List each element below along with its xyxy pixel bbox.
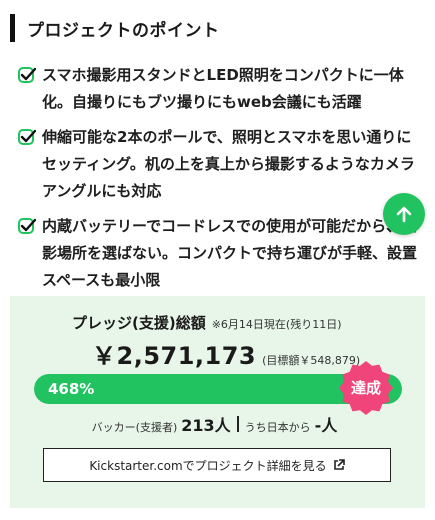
detail-button-label: Kickstarter.comでプロジェクト詳細を見る xyxy=(89,458,327,473)
scroll-to-top-button[interactable] xyxy=(383,193,425,235)
japan-backers-label: うち日本から xyxy=(244,421,311,434)
backers-label: バッカー(支援者) xyxy=(91,421,178,434)
pledge-panel: プレッジ(支援)総額 ※6月14日現在(残り11日) ￥2,571,173 (目… xyxy=(10,296,425,508)
progress-percent: 468% xyxy=(48,380,95,398)
project-detail-button[interactable]: Kickstarter.comでプロジェクト詳細を見る xyxy=(43,448,391,482)
section-title: プロジェクトのポイント xyxy=(10,14,220,42)
pledge-header: プレッジ(支援)総額 ※6月14日現在(残り11日) xyxy=(72,312,342,333)
external-link-icon xyxy=(333,459,345,470)
achieved-label: 達成 xyxy=(350,379,381,397)
point-text: 伸縮可能な2本のポールで、照明とスマホを思い通りにセッティング。机の上を真上から… xyxy=(42,128,415,200)
divider xyxy=(236,416,239,432)
point-item: 伸縮可能な2本のポールで、照明とスマホを思い通りにセッティング。机の上を真上から… xyxy=(18,124,418,205)
pledge-date-note: ※6月14日現在(残り11日) xyxy=(211,318,342,331)
pledge-title: プレッジ(支援)総額 xyxy=(72,314,206,332)
point-text: 内蔵バッテリーでコードレスでの使用が可能だから、撮影場所を選ばない。コンパクトで… xyxy=(42,217,418,289)
check-icon xyxy=(18,67,36,83)
point-text: スマホ撮影用スタンドとLED照明をコンパクトに一体化。自撮りにもブツ撮りにもwe… xyxy=(42,66,404,111)
point-item: 内蔵バッテリーでコードレスでの使用が可能だから、撮影場所を選ばない。コンパクトで… xyxy=(18,213,418,294)
points-list: スマホ撮影用スタンドとLED照明をコンパクトに一体化。自撮りにもブツ撮りにもwe… xyxy=(18,62,418,302)
backers-row: バッカー(支援者) 213人 うち日本から -人 xyxy=(10,412,425,436)
check-icon xyxy=(18,129,36,145)
amount-row: ￥2,571,173 (目標額￥548,879) xyxy=(92,336,360,371)
point-item: スマホ撮影用スタンドとLED照明をコンパクトに一体化。自撮りにもブツ撮りにもwe… xyxy=(18,62,418,116)
backers-count: 213人 xyxy=(181,416,231,435)
achieved-badge: 達成 xyxy=(338,360,394,416)
arrow-up-icon xyxy=(396,206,412,223)
japan-backers-count: -人 xyxy=(314,416,338,435)
check-icon xyxy=(18,218,36,234)
pledge-amount: ￥2,571,173 xyxy=(92,342,257,370)
